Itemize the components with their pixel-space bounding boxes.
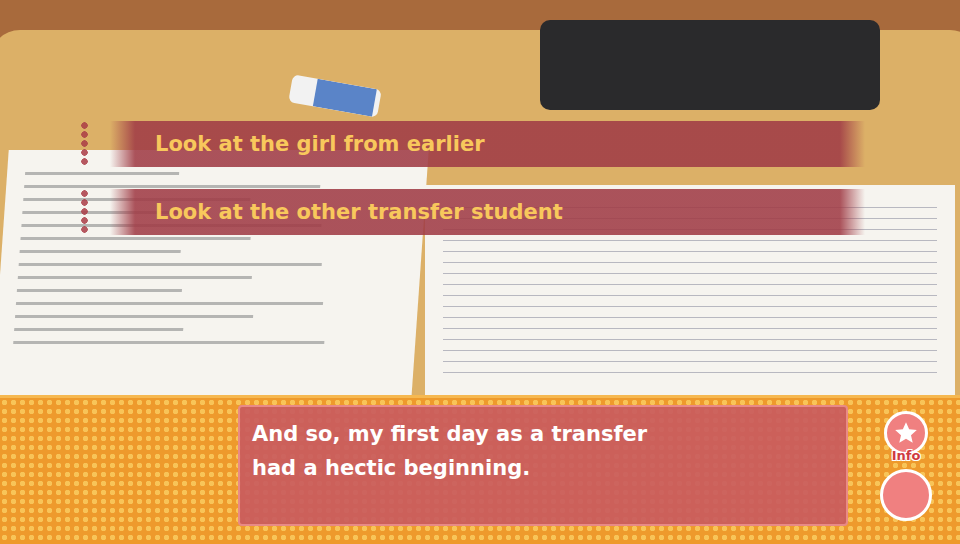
game-screen: Look at the girl from earlier Look at the…: [0, 0, 960, 544]
dialogue-line: And so, my first day as a transfer: [252, 417, 834, 451]
info-label: Info: [892, 449, 921, 463]
menu-button[interactable]: [880, 469, 932, 521]
scene-area: Look at the girl from earlier Look at the…: [0, 0, 960, 395]
textbook: [0, 150, 429, 400]
controls: Info: [876, 405, 936, 526]
dialogue-box[interactable]: And so, my first day as a transferhad a …: [238, 405, 848, 526]
pencil-case: [540, 20, 880, 110]
star-icon: [893, 420, 919, 446]
choice-option[interactable]: Look at the other transfer student: [80, 189, 885, 235]
dialogue-line: had a hectic beginning.: [252, 451, 834, 485]
choice-option[interactable]: Look at the girl from earlier: [80, 121, 885, 167]
dialogue-panel: And so, my first day as a transferhad a …: [0, 395, 960, 544]
choice-menu: Look at the girl from earlier Look at the…: [0, 0, 960, 235]
